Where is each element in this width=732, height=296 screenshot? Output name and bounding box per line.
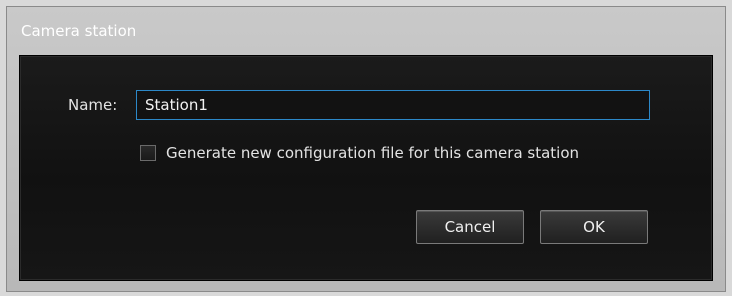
dialog-content: Name: Generate new configuration file fo… <box>19 55 713 281</box>
dialog-title-bar[interactable]: Camera station <box>7 7 725 55</box>
ok-button[interactable]: OK <box>540 210 648 244</box>
camera-station-dialog: Camera station Name: Generate new config… <box>6 6 726 292</box>
generate-config-option[interactable]: Generate new configuration file for this… <box>140 144 579 162</box>
cancel-button[interactable]: Cancel <box>416 210 524 244</box>
name-label: Name: <box>68 96 118 114</box>
dialog-title: Camera station <box>21 22 137 40</box>
generate-config-checkbox[interactable] <box>140 145 156 161</box>
name-input[interactable] <box>136 90 650 120</box>
generate-config-label[interactable]: Generate new configuration file for this… <box>166 144 579 162</box>
